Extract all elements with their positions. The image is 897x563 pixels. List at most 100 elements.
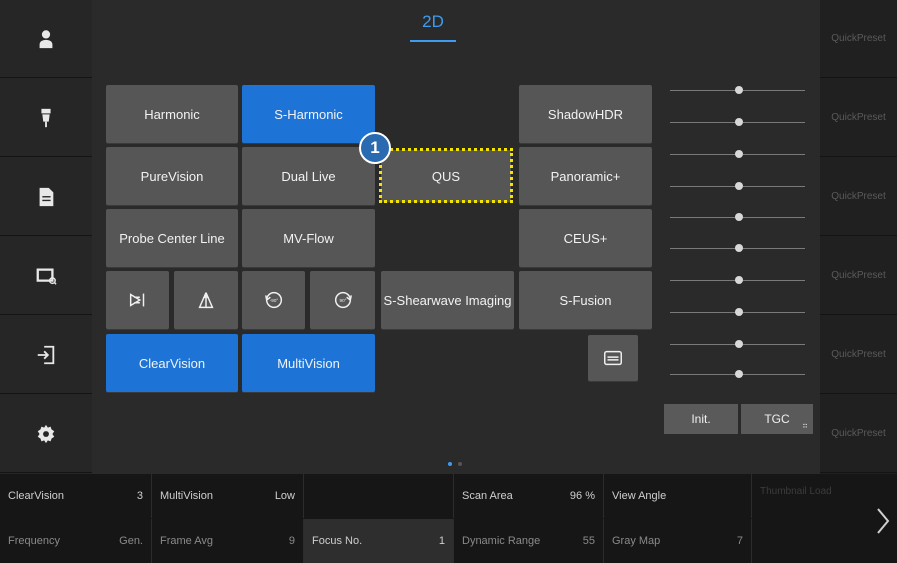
quick-preset-4[interactable]: QuickPreset xyxy=(820,237,897,315)
report-button[interactable] xyxy=(0,158,92,236)
param-value: 1 xyxy=(438,535,445,547)
settings-button[interactable] xyxy=(0,395,92,473)
param-label: MultiVision xyxy=(160,490,213,502)
param-frequency[interactable]: Frequency Gen. xyxy=(0,519,152,563)
mv-flow-button[interactable]: MV-Flow xyxy=(242,209,375,267)
rotate-right-label: 90° xyxy=(339,298,346,303)
keyboard-button[interactable] xyxy=(588,335,638,381)
exit-icon xyxy=(37,345,55,364)
param-scan-area[interactable]: Scan Area 96 % xyxy=(454,474,604,518)
param-label: ClearVision xyxy=(8,490,65,502)
page-dot[interactable] xyxy=(458,462,462,466)
quick-preset-column: QuickPreset QuickPreset QuickPreset Quic… xyxy=(820,0,897,474)
imaging-mode-panel: 2D Harmonic S-Harmonic ShadowHDR PureVis… xyxy=(92,0,820,474)
tgc-slider[interactable] xyxy=(670,276,805,284)
tgc-slider-knob[interactable] xyxy=(735,370,743,378)
param-label: View Angle xyxy=(612,490,667,502)
quick-preset-5[interactable]: QuickPreset xyxy=(820,316,897,394)
patient-button[interactable] xyxy=(0,0,92,78)
s-shearwave-imaging-button[interactable]: S-Shearwave Imaging xyxy=(381,271,514,329)
tgc-slider-knob[interactable] xyxy=(735,213,743,221)
left-sidebar xyxy=(0,0,92,474)
param-view-angle[interactable]: View Angle xyxy=(604,474,752,518)
param-value: Low xyxy=(274,490,295,502)
tgc-slider-knob[interactable] xyxy=(735,150,743,158)
param-gray-map[interactable]: Gray Map 7 xyxy=(604,519,752,563)
quick-preset-3[interactable]: QuickPreset xyxy=(820,158,897,236)
param-clearvision[interactable]: ClearVision 3 xyxy=(0,474,152,518)
tab-2d[interactable]: 2D xyxy=(410,12,456,42)
param-value: 3 xyxy=(136,490,143,502)
s-fusion-button[interactable]: S-Fusion xyxy=(519,271,652,329)
rotate-left-button[interactable]: -90° xyxy=(242,271,305,329)
quick-preset-2[interactable]: QuickPreset xyxy=(820,79,897,157)
tgc-slider[interactable] xyxy=(670,340,805,348)
param-value: 9 xyxy=(288,535,295,547)
param-multivision[interactable]: MultiVision Low xyxy=(152,474,304,518)
param-label: Dynamic Range xyxy=(462,535,541,547)
flip-vertical-icon xyxy=(198,292,214,309)
tgc-slider-knob[interactable] xyxy=(735,340,743,348)
param-value: 55 xyxy=(582,535,595,547)
page-dot-active[interactable] xyxy=(448,462,452,466)
next-page-button[interactable] xyxy=(873,506,893,536)
tgc-slider-knob[interactable] xyxy=(735,276,743,284)
chevron-right-icon xyxy=(877,508,890,534)
param-value: 96 % xyxy=(569,490,595,502)
review-button[interactable] xyxy=(0,237,92,315)
rotate-left-icon: -90° xyxy=(264,291,282,309)
tgc-slider[interactable] xyxy=(670,86,805,94)
shadowhdr-button[interactable]: ShadowHDR xyxy=(519,85,652,143)
tgc-slider[interactable] xyxy=(670,213,805,221)
rotate-right-button[interactable]: 90° xyxy=(310,271,375,329)
flip-vertical-button[interactable] xyxy=(174,271,238,329)
param-empty[interactable] xyxy=(304,474,454,518)
clearvision-button[interactable]: ClearVision xyxy=(106,334,238,392)
rotate-left-label: -90° xyxy=(269,298,278,303)
flip-horizontal-button[interactable] xyxy=(106,271,169,329)
qus-button[interactable]: QUS xyxy=(381,150,511,202)
page-indicator xyxy=(448,462,462,466)
tgc-slider[interactable] xyxy=(670,244,805,252)
probe-button[interactable] xyxy=(0,79,92,157)
tgc-slider[interactable] xyxy=(670,308,805,316)
tgc-slider-knob[interactable] xyxy=(735,182,743,190)
probe-center-line-button[interactable]: Probe Center Line xyxy=(106,209,238,267)
rotate-right-icon: 90° xyxy=(334,291,352,309)
tgc-init-button[interactable]: Init. xyxy=(664,404,738,434)
end-exam-button[interactable] xyxy=(0,316,92,394)
param-dynamic-range[interactable]: Dynamic Range 55 xyxy=(454,519,604,563)
tgc-button[interactable]: TGC ⠶ xyxy=(741,404,813,434)
purevision-button[interactable]: PureVision xyxy=(106,147,238,205)
param-label: Frame Avg xyxy=(160,535,213,547)
ceus-button[interactable]: CEUS+ xyxy=(519,209,652,267)
param-value: 7 xyxy=(736,535,743,547)
tgc-slider[interactable] xyxy=(670,118,805,126)
harmonic-button[interactable]: Harmonic xyxy=(106,85,238,143)
probe-icon xyxy=(41,108,51,127)
param-label: Gray Map xyxy=(612,535,661,547)
quick-preset-1[interactable]: QuickPreset xyxy=(820,0,897,78)
param-frame-avg[interactable]: Frame Avg 9 xyxy=(152,519,304,563)
callout-badge: 1 xyxy=(359,132,391,164)
panoramic-button[interactable]: Panoramic+ xyxy=(519,147,652,205)
tgc-label: TGC xyxy=(764,412,790,426)
quick-preset-6[interactable]: QuickPreset xyxy=(820,395,897,473)
param-value: Gen. xyxy=(119,535,143,547)
parameter-bar: ClearVision 3 MultiVision Low Scan Area … xyxy=(0,474,897,563)
param-label: Focus No. xyxy=(312,535,363,547)
tgc-slider-knob[interactable] xyxy=(735,118,743,126)
tgc-slider[interactable] xyxy=(670,370,805,378)
tgc-slider-knob[interactable] xyxy=(735,244,743,252)
thumbnail-load-label: Thumbnail Load xyxy=(760,486,832,497)
tgc-slider-knob[interactable] xyxy=(735,86,743,94)
tgc-slider-knob[interactable] xyxy=(735,308,743,316)
settings-icon xyxy=(37,424,55,443)
tgc-slider[interactable] xyxy=(670,182,805,190)
param-focus-no[interactable]: Focus No. 1 xyxy=(304,519,454,563)
dual-live-button[interactable]: Dual Live xyxy=(242,147,375,205)
tgc-slider[interactable] xyxy=(670,150,805,158)
multivision-button[interactable]: MultiVision xyxy=(242,334,375,392)
s-harmonic-button[interactable]: S-Harmonic xyxy=(242,85,375,143)
param-label: Frequency xyxy=(8,535,60,547)
